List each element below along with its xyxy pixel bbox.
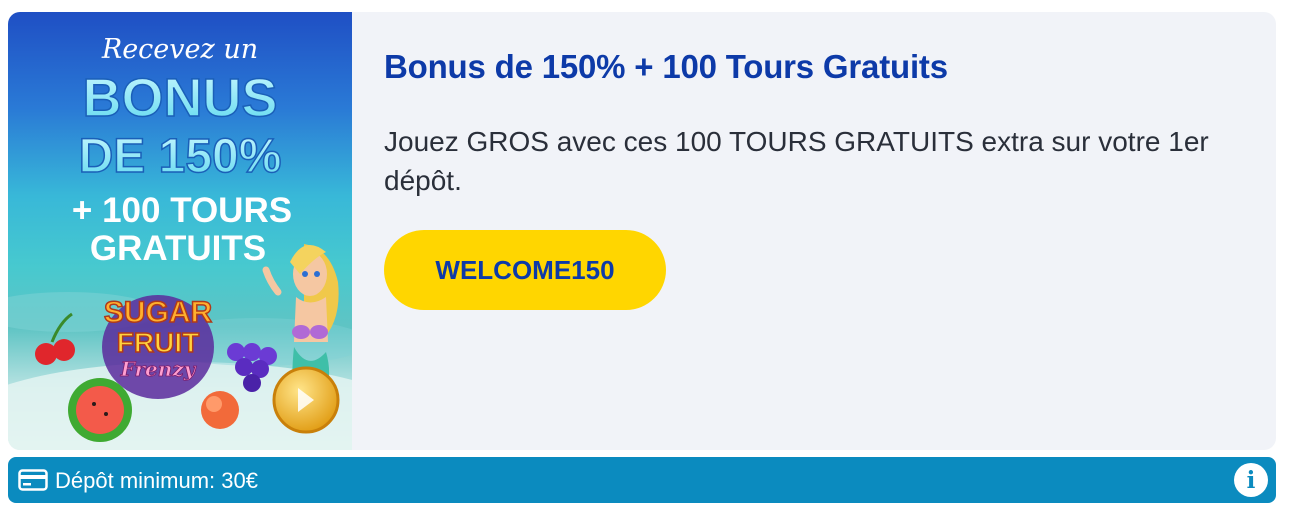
svg-text:FRUIT: FRUIT [117,327,199,358]
promo-text-spins: + 100 TOURS [72,191,292,230]
promo-text-bonus: BONUS [82,68,277,128]
welcome-code-button[interactable]: WELCOME150 [384,230,666,310]
svg-text:SUGAR: SUGAR [104,296,213,329]
peach-icon [201,391,239,429]
gold-coin-icon [272,366,340,434]
bonus-card: Recevez un BONUS DE 150% + 100 TOURS GRA… [8,12,1276,450]
watermelon-icon [68,378,132,442]
minimum-deposit-text: Dépôt minimum: 30€ [55,468,258,493]
credit-card-icon [18,469,48,491]
bonus-content: Bonus de 150% + 100 Tours Gratuits Jouez… [384,12,1246,450]
sugar-fruit-frenzy-logo: SUGAR FRUIT Frenzy [102,295,214,399]
promo-illustration: Recevez un BONUS DE 150% + 100 TOURS GRA… [8,34,352,450]
promo-text-percent: DE 150% [79,130,282,183]
promo-banner-image: Recevez un BONUS DE 150% + 100 TOURS GRA… [8,12,352,450]
svg-text:Frenzy: Frenzy [120,357,197,381]
bonus-description: Jouez GROS avec ces 100 TOURS GRATUITS e… [384,126,1209,196]
promo-text-receive: Recevez un [101,34,258,65]
info-icon[interactable]: i [1234,463,1268,497]
minimum-deposit-bar: Dépôt minimum: 30€ i [8,457,1276,503]
promo-text-free: GRATUITS [90,229,266,268]
bonus-title: Bonus de 150% + 100 Tours Gratuits [384,48,948,85]
